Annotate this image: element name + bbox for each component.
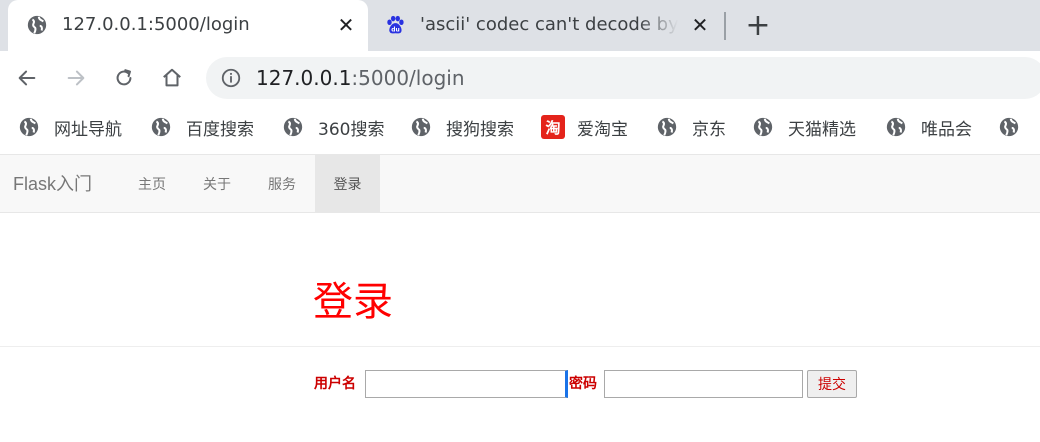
back-button[interactable] [14,65,40,91]
tab-login[interactable]: 127.0.0.1:5000/login ✕ [8,0,368,51]
globe-icon [27,15,47,35]
home-button[interactable] [159,65,185,91]
forward-arrow-icon [67,70,85,86]
bookmark-label: 爱淘宝 [577,119,628,140]
bookmark-label: 天猫精选 [788,119,856,140]
username-input[interactable] [365,370,568,398]
address-bar[interactable]: 127.0.0.1:5000/login [206,57,1040,99]
bookmark-vipshop[interactable]: 唯品会 [885,113,972,141]
info-icon[interactable] [220,67,242,89]
reload-icon [116,69,132,86]
bookmark-label: 唯品会 [921,119,972,140]
nav-home[interactable]: 主页 [123,155,181,212]
globe-icon [411,117,431,137]
page-content: Flask入门 主页 关于 服务 登录 登录 用户名 密码 提交 [0,154,1040,442]
reload-button[interactable] [111,65,137,91]
bookmark-360-search[interactable]: 360搜索 [282,113,384,141]
globe-icon [999,117,1019,137]
password-input[interactable] [604,370,803,398]
url-host: 127.0.0.1 [256,66,352,90]
forward-button[interactable] [63,65,89,91]
svg-text:du: du [391,26,399,33]
site-navbar: Flask入门 主页 关于 服务 登录 [0,154,1040,213]
site-brand[interactable]: Flask入门 [13,172,92,196]
tab-title: 'ascii' codec can't decode byte [420,14,678,35]
taobao-icon: 淘 [541,115,565,139]
divider [0,346,1040,347]
close-tab-icon[interactable]: ✕ [688,13,712,37]
address-url[interactable]: 127.0.0.1:5000/login [256,66,465,90]
bookmark-label: 京东 [692,119,726,140]
submit-button[interactable]: 提交 [807,370,857,398]
bookmarks-bar: 网址导航 百度搜索 360搜索 搜狗搜索 淘 爱淘宝 京东 天猫精选 唯品会 [0,103,1040,154]
bookmark-tmall[interactable]: 天猫精选 [752,113,856,141]
nav-login[interactable]: 登录 [315,155,380,212]
globe-icon [753,117,773,137]
bookmark-ai-taobao[interactable]: 淘 爱淘宝 [541,113,628,141]
tab-title: 127.0.0.1:5000/login [62,14,250,35]
bookmark-sogou-search[interactable]: 搜狗搜索 [410,113,514,141]
globe-icon [19,117,39,137]
bookmark-overflow[interactable] [998,113,1034,141]
close-tab-icon[interactable]: ✕ [334,13,358,37]
bookmark-label: 360搜索 [318,119,385,140]
bookmark-label: 百度搜索 [186,119,254,140]
back-arrow-icon [18,70,36,86]
home-icon [163,68,181,87]
new-tab-button[interactable]: + [744,11,772,41]
globe-icon [657,117,677,137]
bookmark-wangzhi-daohang[interactable]: 网址导航 [18,113,122,141]
tab-strip: 127.0.0.1:5000/login ✕ du 'ascii' codec … [0,0,1040,51]
bookmark-label: 搜狗搜索 [446,119,514,140]
nav-about[interactable]: 关于 [188,155,246,212]
globe-icon [283,117,303,137]
tab-separator [724,12,726,40]
tab-baidu-search[interactable]: du 'ascii' codec can't decode byte ✕ [370,0,724,51]
page-title: 登录 [313,280,393,324]
bookmark-baidu-search[interactable]: 百度搜索 [150,113,254,141]
baidu-paw-icon: du [387,15,404,33]
nav-services[interactable]: 服务 [253,155,311,212]
globe-icon [886,117,906,137]
username-label: 用户名 [314,375,356,391]
bookmark-jingdong[interactable]: 京东 [656,113,726,141]
globe-icon [151,117,171,137]
browser-toolbar: 127.0.0.1:5000/login [0,51,1040,103]
url-path: :5000/login [351,66,465,90]
bookmark-label: 网址导航 [54,119,122,140]
password-label: 密码 [569,375,597,391]
